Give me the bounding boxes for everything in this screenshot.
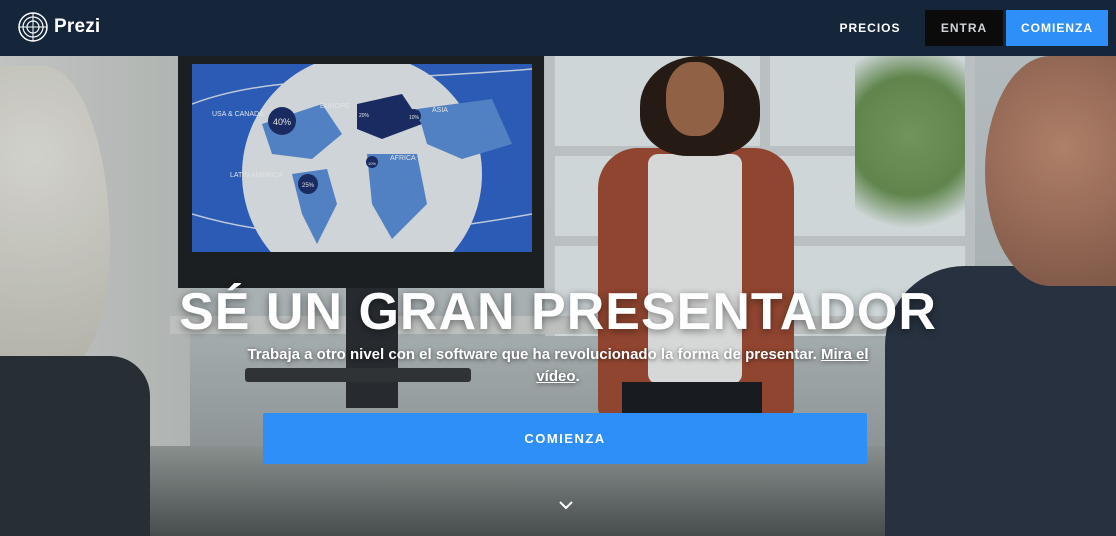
chevron-down-icon[interactable]: [556, 495, 576, 515]
logo[interactable]: Prezi: [18, 12, 100, 42]
hero-subtitle: Trabaja a otro nivel con el software que…: [247, 346, 869, 385]
nav-precios-link[interactable]: PRECIOS: [832, 0, 908, 56]
hero-headline: SÉ UN GRAN PRESENTADOR: [179, 283, 937, 341]
nav-comienza-button[interactable]: COMIENZA: [1006, 10, 1108, 46]
entra-button[interactable]: ENTRA: [925, 10, 1003, 46]
brand-name: Prezi: [54, 16, 101, 37]
top-nav: Prezi PRECIOS ENTRA COMIENZA: [0, 0, 1116, 56]
subtitle-text: Trabaja a otro nivel con el software que…: [247, 346, 817, 363]
hero-comienza-button[interactable]: COMIENZA: [263, 413, 867, 464]
prezi-logo-icon: [18, 12, 48, 42]
prezi-landing: Prezi PRECIOS ENTRA COMIENZA 40% USA & C…: [0, 0, 1116, 536]
